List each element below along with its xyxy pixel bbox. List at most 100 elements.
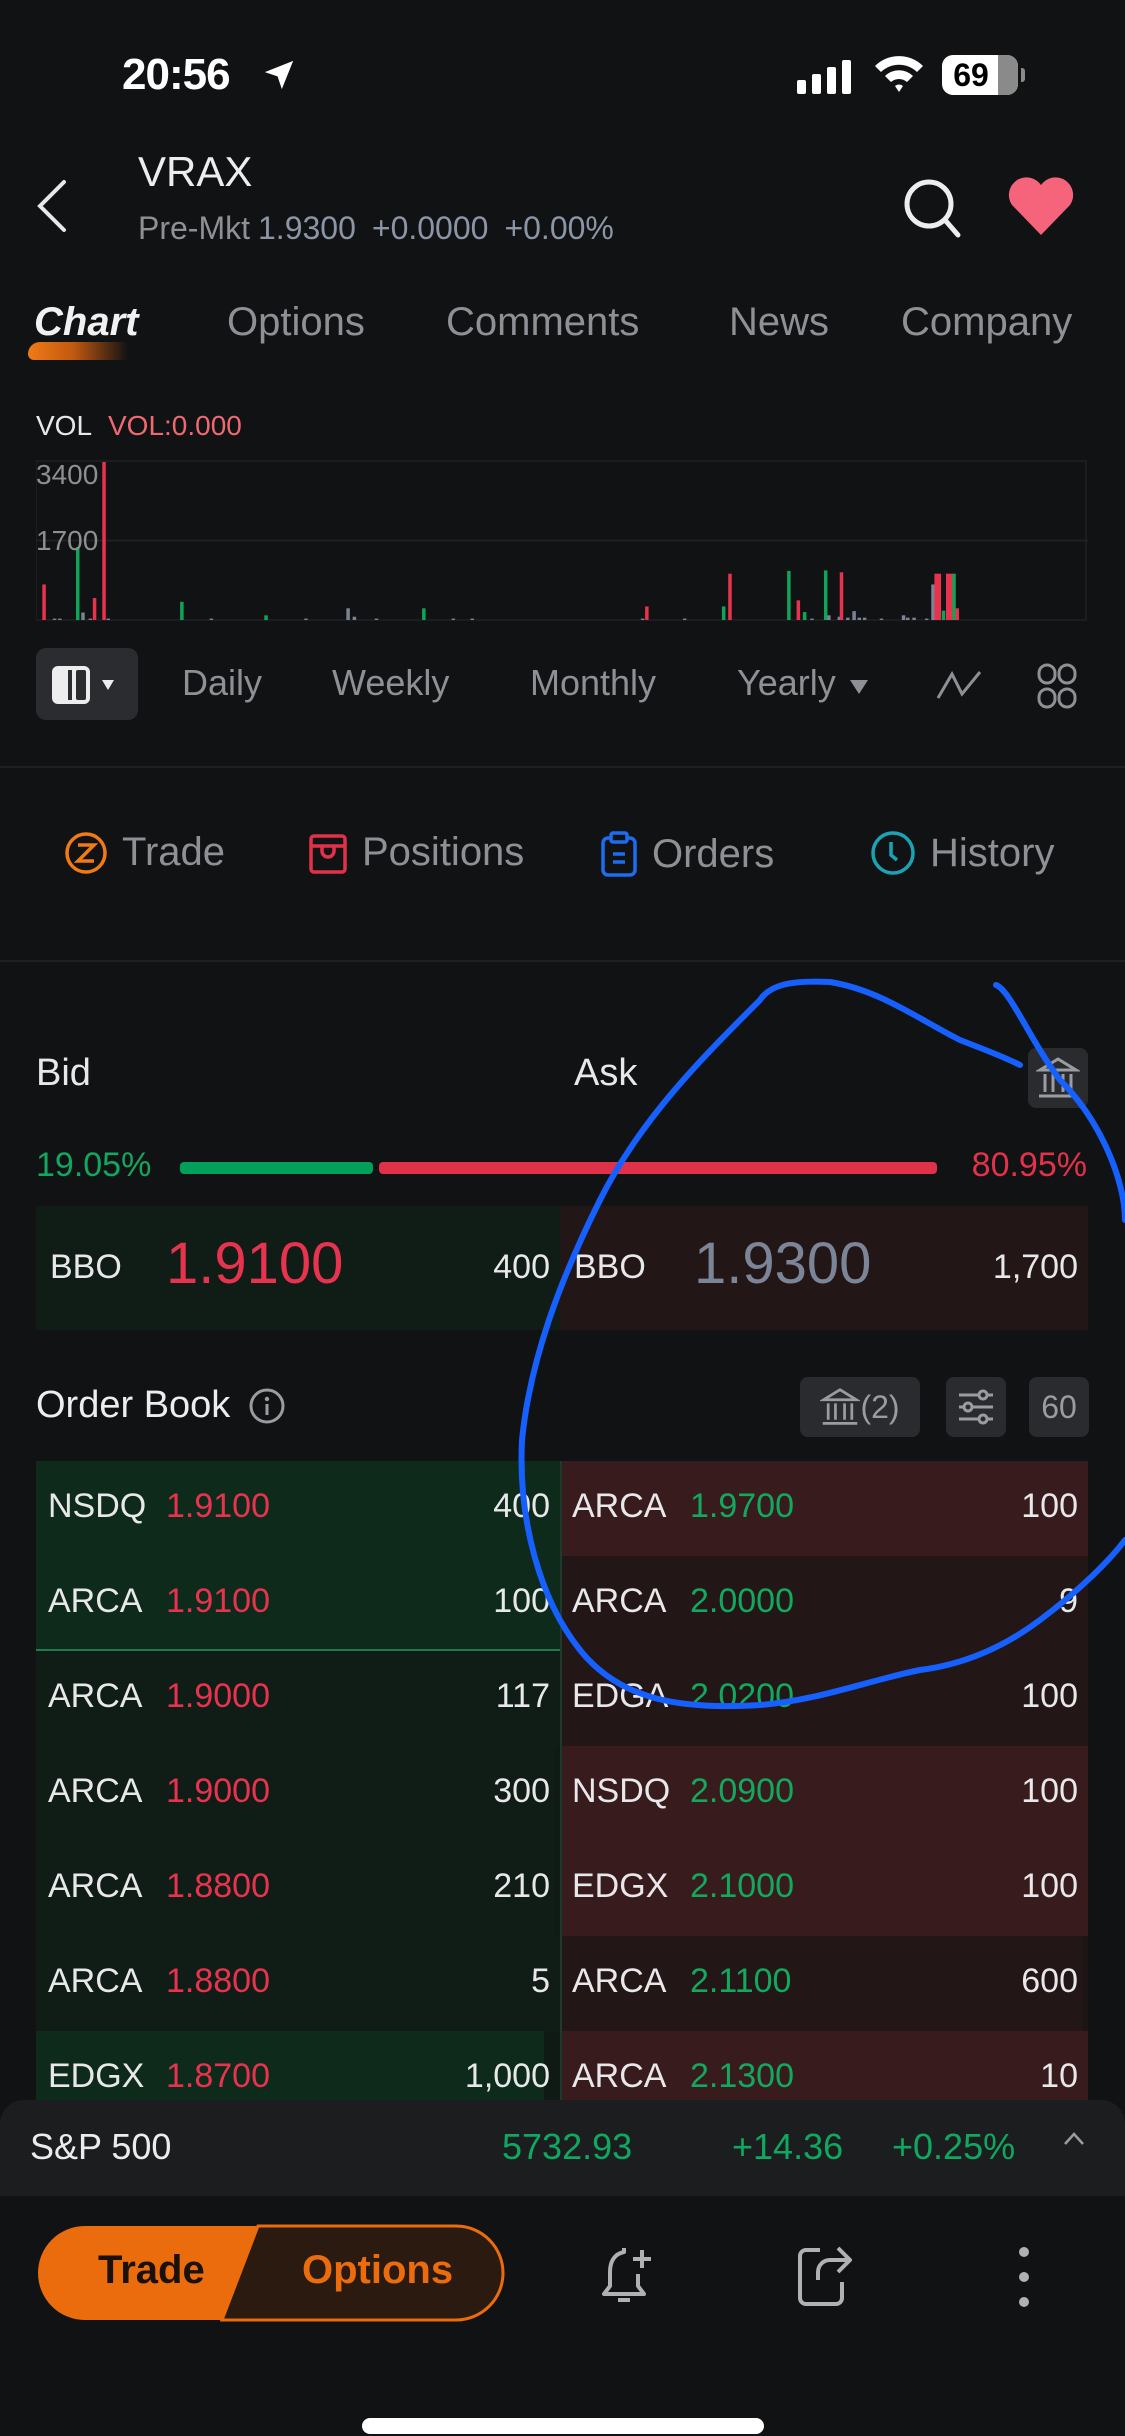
index-change: +14.36 [732,2126,844,2167]
period-weekly[interactable]: Weekly [332,662,449,704]
bid-ask-column-divider [560,1461,562,2126]
volume-indicator-value: VOL:0.000 [108,410,242,441]
order-book-row[interactable]: ARCA 1.9100 100 ARCA 2.0000 9 [36,1556,1088,1651]
volume-bar [846,617,850,620]
ask-exchange: ARCA [572,1487,667,1525]
action-history[interactable]: History [870,830,1054,876]
volume-bar [92,598,97,620]
period-yearly[interactable]: Yearly [737,662,836,704]
ask-price: 2.1100 [690,1962,792,2000]
order-book-ask-cell: ARCA 2.1100 600 [560,1936,1088,2031]
ask-exchange: ARCA [572,1582,667,1620]
tab-options[interactable]: Options [227,300,365,345]
tab-company[interactable]: Company [901,300,1072,345]
order-book-ask-cell: EDGX 2.1000 100 [560,1841,1088,1936]
order-book-bid-cell: NSDQ 1.9100 400 [36,1461,560,1556]
depth-levels-button[interactable]: 60 [1029,1377,1089,1437]
tab-comments[interactable]: Comments [446,300,639,345]
home-indicator[interactable] [362,2418,764,2434]
ask-size: 100 [1021,1772,1078,1810]
info-icon[interactable] [248,1387,286,1425]
line-chart-type-icon[interactable] [936,668,984,704]
exchanges-filter-button[interactable]: (2) [800,1377,920,1437]
volume-bar [949,573,953,620]
options-button[interactable]: Options [302,2248,453,2293]
exchanges-count: (2) [860,1388,900,1425]
ticker-symbol: VRAX [138,148,253,195]
price-alert-bell-icon[interactable] [596,2240,656,2310]
bid-price: 1.9100 [166,1582,270,1620]
bid-exchange: NSDQ [48,1487,147,1525]
chart-layout-button[interactable] [36,648,138,720]
volume-chart[interactable]: 3400 1700 [36,455,1088,622]
index-change-pct: +0.25% [892,2126,1016,2167]
index-ticker-bar[interactable]: S&P 500 5732.93 +14.36 +0.25% [0,2100,1125,2196]
action-positions-label: Positions [362,830,525,874]
section-divider [0,960,1125,962]
period-monthly[interactable]: Monthly [530,662,656,704]
order-book-bid-cell: ARCA 1.9000 300 [36,1746,560,1841]
trade-button[interactable]: Trade [98,2248,205,2293]
clock-icon [871,831,915,875]
trade-actions-row: Trade Positions Orders History [0,830,1125,900]
indicators-grid-icon[interactable] [1036,662,1078,710]
volume-bar [374,618,379,620]
bid-price: 1.8700 [166,2057,270,2095]
exchange-selector-button[interactable] [1028,1048,1088,1108]
bbo-bid-price: 1.9100 [166,1231,344,1296]
volume-bar [952,573,956,620]
back-chevron-icon[interactable] [30,170,80,240]
order-book-heading: Order Book [36,1384,286,1427]
volume-bar [945,573,950,620]
search-icon[interactable] [900,175,966,241]
order-book-row[interactable]: NSDQ 1.9100 400 ARCA 1.9700 100 [36,1461,1088,1556]
volume-bar [862,617,867,620]
wifi-icon [875,56,923,92]
volume-bar [937,573,942,620]
action-orders[interactable]: Orders [600,830,774,878]
action-positions[interactable]: Positions [308,830,524,875]
bid-price: 1.8800 [166,1962,270,2000]
volume-bar [264,615,268,620]
ask-exchange: ARCA [572,2057,667,2095]
chevron-up-icon[interactable] [1062,2130,1086,2146]
bbo-ask-size: 1,700 [992,1248,1078,1286]
ask-price: 2.0900 [690,1772,794,1810]
section-tabs: Chart Options Comments News Company [0,300,1125,370]
bid-size: 117 [495,1677,550,1715]
index-value: 5732.93 [502,2126,633,2167]
volume-bar [682,618,687,620]
tab-chart[interactable]: Chart [34,300,138,345]
bid-exchange: ARCA [48,1867,143,1905]
volume-bar [102,461,106,620]
volume-bar [645,606,649,620]
order-book-row[interactable]: ARCA 1.9000 117 EDGA 2.0200 100 [36,1651,1088,1746]
volume-bar [931,584,935,620]
action-trade[interactable]: Trade [64,830,225,875]
volume-bar [470,618,474,620]
volume-bar [955,608,959,620]
volume-bar [901,615,906,620]
ask-size: 10 [1040,2057,1078,2095]
order-book-settings-button[interactable] [946,1377,1006,1437]
ask-price: 2.0200 [690,1677,794,1715]
volume-bar [640,618,645,620]
tab-news[interactable]: News [729,300,829,345]
ask-size: 9 [1059,1582,1078,1620]
bid-price: 1.9000 [166,1677,270,1715]
order-book-row[interactable]: ARCA 1.9000 300 NSDQ 2.0900 100 [36,1746,1088,1841]
ask-exchange: EDGX [572,1867,669,1905]
volume-bar [906,617,910,620]
yearly-dropdown-icon [850,680,868,694]
bid-price: 1.8800 [166,1867,270,1905]
volume-bar [52,618,57,620]
share-icon[interactable] [796,2242,856,2308]
bid-ask-ratio-bar [180,1162,937,1174]
favorite-heart-icon[interactable] [1006,175,1076,237]
more-options-icon[interactable] [1012,2244,1036,2310]
period-daily[interactable]: Daily [182,662,262,704]
ask-size: 100 [1021,1487,1078,1525]
bid-exchange: ARCA [48,1677,143,1715]
order-book-row[interactable]: ARCA 1.8800 5 ARCA 2.1100 600 [36,1936,1088,2031]
order-book-row[interactable]: ARCA 1.8800 210 EDGX 2.1000 100 [36,1841,1088,1936]
